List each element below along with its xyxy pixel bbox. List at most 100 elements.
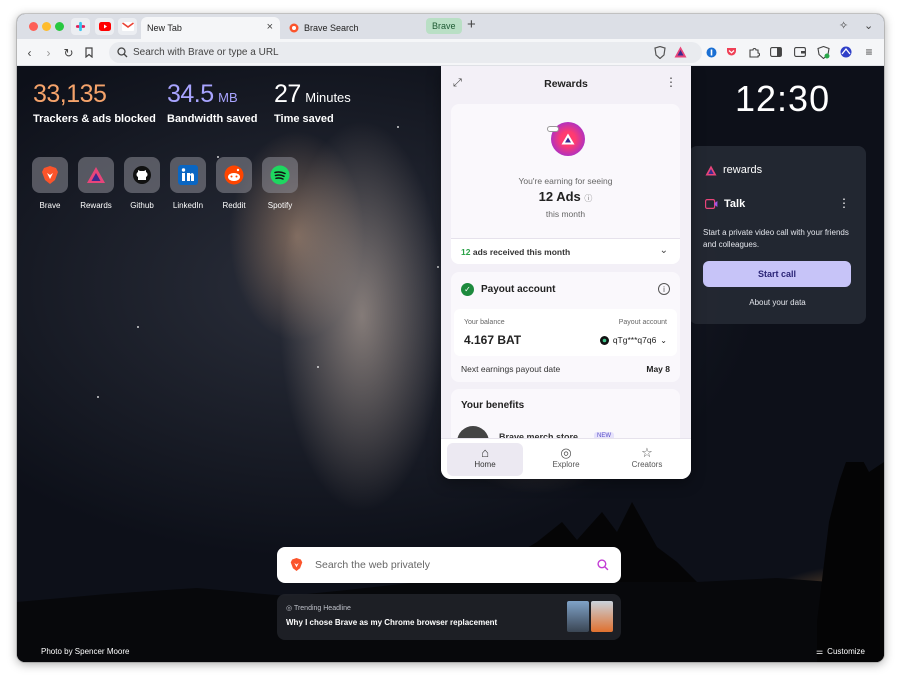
top-site-label: Reddit: [222, 201, 246, 210]
profile-icon[interactable]: [839, 45, 853, 59]
benefits-title: Your benefits: [461, 400, 525, 411]
customize-button[interactable]: ⚌ Customize: [816, 647, 865, 656]
balance-value: 4.167 BAT: [464, 333, 522, 347]
rewards-triangle-icon: [87, 167, 105, 183]
ad-badge-icon: [547, 126, 559, 132]
rewards-panel: ⤢ Rewards ⋮ You're earning for seeing 12…: [441, 66, 691, 479]
browser-window: New Tab × Brave Search Brave + ✧ ⌄ ‹ › ↻…: [17, 14, 884, 662]
home-icon: ⌂: [481, 445, 489, 460]
payout-header: ✓ Payout account: [461, 283, 555, 296]
news-kicker: ◎ Trending Headline: [286, 605, 351, 612]
rewards-triangle-icon: [705, 165, 717, 175]
tab-group-label[interactable]: Brave: [426, 18, 462, 34]
check-circle-icon: ✓: [461, 283, 474, 296]
leo-ai-icon[interactable]: ✧: [839, 19, 848, 32]
ads-received-text: ads received this month: [472, 247, 571, 257]
news-thumbnail: [567, 601, 589, 632]
spotify-icon: [270, 165, 290, 185]
rewards-more-options-icon[interactable]: ⋮: [665, 75, 677, 89]
payout-account-label: Payout account: [618, 319, 667, 326]
time-label: Time saved: [274, 113, 334, 125]
top-site-rewards[interactable]: Rewards: [76, 157, 116, 210]
top-site-linkedin[interactable]: LinkedIn: [168, 157, 208, 210]
top-site-label: Rewards: [80, 201, 112, 210]
info-icon[interactable]: i: [658, 283, 670, 295]
photo-credit[interactable]: Photo by Spencer Moore: [41, 647, 130, 656]
onepassword-icon[interactable]: [704, 45, 718, 59]
web-search-box[interactable]: Search the web privately: [277, 547, 621, 583]
top-site-label: Github: [130, 201, 154, 210]
top-site-brave[interactable]: Brave: [30, 157, 70, 210]
linkedin-icon: [178, 165, 198, 185]
bandwidth-stat: 34.5 MB Bandwidth saved: [167, 80, 257, 125]
custodian-logo-icon: [599, 335, 609, 345]
top-site-label: Spotify: [267, 201, 293, 210]
trackers-value: 33,135: [33, 80, 107, 108]
sidebar-toggle-icon[interactable]: [769, 45, 783, 59]
top-site-label: LinkedIn: [172, 201, 204, 210]
new-tab-page: 33,135 Trackers & ads blocked 34.5 MB Ba…: [17, 66, 884, 662]
payout-account-selector[interactable]: qTg***q7q6 ⌄: [599, 335, 667, 345]
reload-icon[interactable]: ↻: [61, 45, 76, 60]
top-site-github[interactable]: Github: [122, 157, 162, 210]
bookmark-icon[interactable]: [81, 45, 96, 60]
back-icon[interactable]: ‹: [22, 45, 37, 60]
nav-home[interactable]: ⌂ Home: [447, 443, 523, 476]
trending-icon: ◎: [286, 605, 294, 612]
trackers-label: Trackers & ads blocked: [33, 113, 156, 125]
ads-received-row[interactable]: 12 ads received this month ⌄: [451, 238, 680, 264]
news-headline: Why I chose Brave as my Chrome browser r…: [286, 618, 498, 627]
menu-hamburger-icon[interactable]: ≡: [862, 45, 876, 59]
nav-explore[interactable]: ◎ Explore: [528, 443, 604, 476]
tab-strip: New Tab × Brave Search Brave + ✧ ⌄: [17, 14, 884, 39]
tab-title: Brave Search: [304, 23, 359, 33]
about-your-data-link[interactable]: About your data: [689, 298, 866, 307]
reddit-icon: [224, 165, 244, 185]
brave-talk-card: rewards Talk ⋮ Start a private video cal…: [689, 146, 866, 324]
extensions-puzzle-icon[interactable]: [747, 45, 761, 59]
pinned-tab-youtube[interactable]: [95, 18, 114, 35]
search-icon[interactable]: [597, 559, 609, 571]
talk-more-options-icon[interactable]: ⋮: [838, 196, 850, 210]
rewards-panel-title: Rewards: [544, 78, 588, 90]
slack-icon: [75, 21, 86, 32]
payout-title: Payout account: [481, 284, 556, 295]
ads-received-count: 12: [461, 247, 471, 257]
talk-label: Talk: [724, 198, 746, 210]
sliders-icon: ⚌: [816, 647, 824, 656]
brave-news-card[interactable]: ◎ Trending Headline Why I chose Brave as…: [277, 594, 621, 640]
brave-lion-icon: [290, 558, 303, 571]
top-site-spotify[interactable]: Spotify: [260, 157, 300, 210]
vpn-icon[interactable]: [816, 45, 830, 59]
close-window-button[interactable]: [29, 22, 38, 31]
rewards-widget-header[interactable]: rewards: [705, 164, 762, 176]
wallet-icon[interactable]: [793, 45, 807, 59]
time-unit: Minutes: [305, 90, 351, 105]
next-payout-date: May 8: [646, 364, 670, 374]
forward-icon[interactable]: ›: [41, 45, 56, 60]
new-tab-plus-icon[interactable]: +: [467, 16, 476, 33]
pocket-icon[interactable]: [724, 45, 738, 59]
pinned-tab-gmail[interactable]: [118, 18, 137, 35]
compass-icon: ◎: [560, 445, 572, 460]
ads-count: 12 Ads ⓘ: [538, 189, 593, 204]
address-bar[interactable]: Search with Brave or type a URL: [109, 42, 702, 63]
talk-video-icon: [705, 199, 718, 209]
tab-search-chevron-icon[interactable]: ⌄: [864, 19, 873, 32]
brave-rewards-icon[interactable]: [674, 46, 687, 58]
rewards-widget-label: rewards: [723, 164, 763, 176]
brave-shields-icon[interactable]: [654, 46, 666, 59]
minimize-window-button[interactable]: [42, 22, 51, 31]
start-call-button[interactable]: Start call: [703, 261, 851, 287]
top-site-reddit[interactable]: Reddit: [214, 157, 254, 210]
tab-new-tab[interactable]: New Tab ×: [141, 17, 280, 39]
close-tab-icon[interactable]: ×: [267, 21, 273, 33]
zoom-window-button[interactable]: [55, 22, 64, 31]
address-placeholder: Search with Brave or type a URL: [133, 47, 279, 58]
info-icon[interactable]: ⓘ: [584, 194, 592, 203]
time-stat: 27 Minutes Time saved: [274, 80, 351, 125]
pinned-tab-slack[interactable]: [71, 18, 90, 35]
tab-brave-search[interactable]: Brave Search: [283, 17, 423, 39]
gmail-icon: [121, 22, 134, 31]
nav-creators[interactable]: ☆ Creators: [609, 443, 685, 476]
